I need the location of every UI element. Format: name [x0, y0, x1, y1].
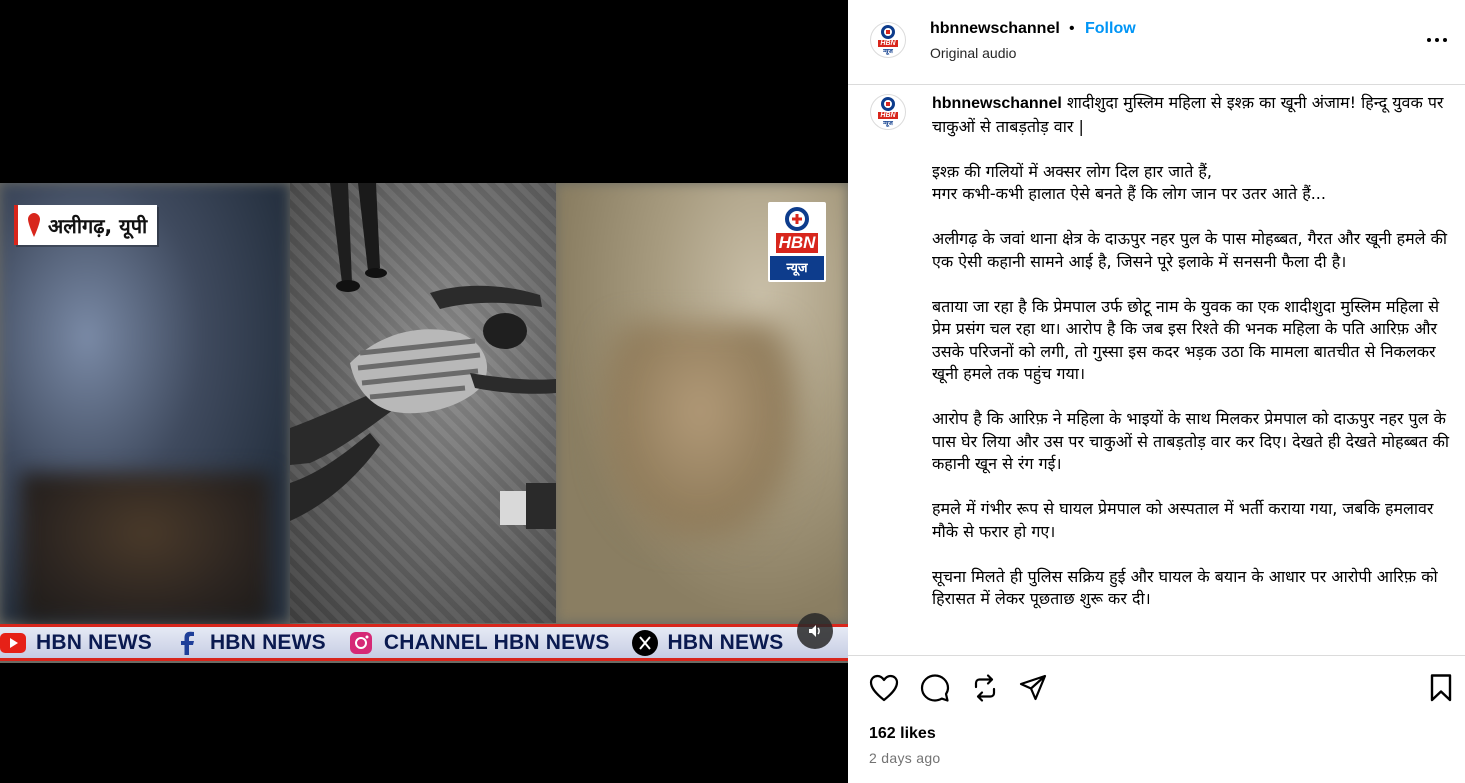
heart-icon: [869, 674, 899, 702]
hbn-news-logo: HBN न्यूज: [768, 202, 826, 282]
post-header: HBN न्यूज hbnnewschannel • Follow Origin…: [848, 0, 1465, 85]
more-horizontal-icon: [1427, 38, 1447, 42]
like-button[interactable]: [868, 672, 900, 704]
caption-avatar[interactable]: HBN न्यूज: [870, 94, 906, 130]
post-timestamp[interactable]: 2 days ago: [869, 750, 941, 766]
save-button[interactable]: [1425, 672, 1457, 704]
blurred-face-right: [600, 323, 800, 543]
mute-toggle-button[interactable]: [797, 613, 833, 649]
speaker-icon: [809, 625, 820, 637]
instagram-icon: [348, 630, 374, 656]
separator-dot: •: [1069, 20, 1075, 37]
bookmark-icon: [1430, 674, 1452, 702]
hbn-sub-label: न्यूज: [786, 261, 808, 276]
caption-paragraph: आरोप है कि आरिफ़ ने महिला के भाइयों के स…: [932, 409, 1450, 473]
reel-video[interactable]: अलीगढ़, यूपी HBN न्यूज HBN NEWS HBN NEWS…: [0, 183, 848, 663]
avatar[interactable]: HBN न्यूज: [870, 22, 906, 58]
post-actions: 162 likes 2 days ago: [848, 655, 1465, 783]
facebook-icon: [174, 630, 200, 656]
comment-icon: [920, 674, 950, 702]
post-side-panel: HBN न्यूज hbnnewschannel • Follow Origin…: [848, 0, 1465, 783]
caption-paragraph: हमले में गंभीर रूप से घायल प्रेमपाल को अ…: [932, 499, 1434, 541]
post-caption: hbnnewschannel शादीशुदा मुस्लिम महिला से…: [932, 92, 1452, 633]
share-icon: [1019, 674, 1047, 701]
ticker-label: HBN NEWS: [36, 630, 152, 654]
follow-button[interactable]: Follow: [1085, 20, 1136, 38]
caption-paragraph: अलीगढ़ के जवां थाना क्षेत्र के दाऊपुर नह…: [932, 229, 1448, 271]
location-text: अलीगढ़, यूपी: [48, 213, 148, 238]
likes-count[interactable]: 162 likes: [869, 725, 936, 743]
center-scene-image: [290, 183, 556, 623]
location-pin-icon: [28, 213, 40, 237]
audio-link[interactable]: Original audio: [930, 45, 1016, 61]
post-username[interactable]: hbnnewschannel: [930, 20, 1060, 38]
comment-button[interactable]: [919, 672, 951, 704]
hbn-emblem-icon: [785, 207, 809, 231]
more-options-button[interactable]: [1425, 28, 1449, 52]
caption-paragraph: इश्क़ की गलियों में अक्सर लोग दिल हार जा…: [932, 161, 1326, 204]
caption-area[interactable]: HBN न्यूज hbnnewschannel शादीशुदा मुस्लि…: [848, 86, 1465, 654]
share-button[interactable]: [1017, 672, 1049, 704]
social-ticker: HBN NEWS HBN NEWS CHANNEL HBN NEWS HBN N…: [0, 624, 848, 661]
caption-paragraph: सूचना मिलते ही पुलिस सक्रिय हुई और घायल …: [932, 566, 1438, 609]
caption-paragraph: बताया जा रहा है कि प्रेमपाल उर्फ छोटू ना…: [932, 296, 1440, 384]
x-icon: [631, 629, 658, 656]
ticker-youtube: HBN NEWS: [0, 630, 152, 656]
repost-button[interactable]: [969, 672, 1001, 704]
blurred-shadow-left: [20, 473, 270, 623]
hbn-letters: HBN: [775, 233, 819, 253]
ticker-label: HBN NEWS: [209, 630, 326, 654]
media-pane[interactable]: अलीगढ़, यूपी HBN न्यूज HBN NEWS HBN NEWS…: [0, 0, 848, 783]
ticker-x: HBN NEWS: [631, 629, 784, 656]
instagram-post-view: अलीगढ़, यूपी HBN न्यूज HBN NEWS HBN NEWS…: [0, 0, 1465, 783]
ticker-label: HBN NEWS: [667, 630, 784, 654]
location-badge: अलीगढ़, यूपी: [14, 205, 158, 245]
caption-username[interactable]: hbnnewschannel: [932, 95, 1062, 112]
ticker-instagram: CHANNEL HBN NEWS: [348, 630, 610, 656]
ticker-facebook: HBN NEWS: [174, 630, 326, 656]
caption-headline: hbnnewschannel शादीशुदा मुस्लिम महिला से…: [932, 92, 1452, 138]
ticker-label: CHANNEL HBN NEWS: [383, 630, 610, 654]
repost-icon: [974, 674, 996, 702]
youtube-icon: [0, 630, 26, 656]
